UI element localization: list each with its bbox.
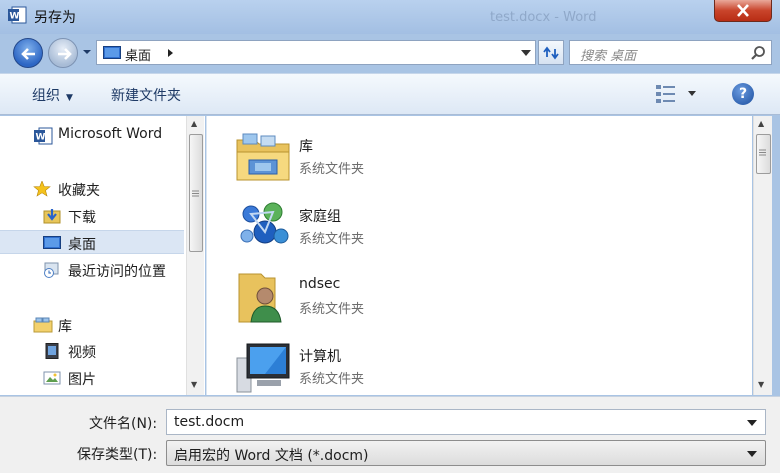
scroll-down-icon[interactable]: ▼ xyxy=(191,380,197,389)
sidebar-item-label: Microsoft Word xyxy=(58,126,163,142)
sidebar-item-recent-places[interactable]: 最近访问的位置 xyxy=(0,258,184,282)
forward-button[interactable] xyxy=(48,38,78,68)
sidebar-item-label: 图片 xyxy=(68,372,96,388)
homegroup-icon xyxy=(240,202,289,244)
recent-places-icon xyxy=(44,262,59,278)
file-list: 库 系统文件夹 家庭组 系统文件夹 ndsec 系统文件夹 计算机 系统文件夹 xyxy=(206,116,752,395)
caret-down-icon: ▼ xyxy=(66,93,73,103)
file-name: 库 xyxy=(299,139,313,155)
filename-field[interactable]: test.docm xyxy=(166,409,766,435)
close-icon xyxy=(737,4,749,17)
sidebar-item-videos[interactable]: 视频 xyxy=(0,339,184,363)
refresh-button[interactable] xyxy=(538,40,564,65)
search-box[interactable]: 搜索 桌面 xyxy=(569,40,772,65)
user-folder-icon xyxy=(238,273,282,323)
sidebar-item-desktop[interactable]: 桌面 xyxy=(0,230,184,254)
svg-text:W: W xyxy=(10,12,20,22)
arrow-left-icon xyxy=(21,48,35,60)
filetype-select[interactable]: 启用宏的 Word 文档 (*.docm) xyxy=(166,440,766,466)
file-type: 系统文件夹 xyxy=(299,162,365,177)
word-icon: W xyxy=(34,127,53,145)
grip-icon xyxy=(192,190,199,197)
desktop-icon xyxy=(43,236,61,249)
star-icon xyxy=(33,181,51,197)
background-window-title: test.docx - Word xyxy=(490,10,597,25)
filename-label: 文件名(N): xyxy=(89,416,158,432)
help-icon[interactable]: ? xyxy=(732,83,754,105)
new-folder-button[interactable]: 新建文件夹 xyxy=(111,85,181,105)
file-type: 系统文件夹 xyxy=(299,372,365,387)
list-item[interactable]: 家庭组 系统文件夹 xyxy=(207,194,747,260)
filetype-value: 启用宏的 Word 文档 (*.docm) xyxy=(174,448,369,464)
command-toolbar: 组织 ▼ 新建文件夹 ? xyxy=(0,73,780,115)
computer-icon xyxy=(236,343,290,393)
scroll-up-icon[interactable]: ▲ xyxy=(758,119,764,128)
view-options-icon[interactable] xyxy=(655,84,677,104)
download-folder-icon xyxy=(43,209,61,224)
file-type: 系统文件夹 xyxy=(299,302,365,317)
chevron-down-icon[interactable] xyxy=(747,420,757,426)
desktop-icon xyxy=(103,46,121,59)
sidebar-item-microsoft-word[interactable]: W Microsoft Word xyxy=(0,124,184,148)
sidebar-item-favorites[interactable]: 收藏夹 xyxy=(0,177,184,201)
history-dropdown-icon[interactable] xyxy=(82,48,92,56)
back-button[interactable] xyxy=(13,38,43,68)
chevron-down-icon[interactable] xyxy=(747,451,757,457)
sidebar-item-label: 视频 xyxy=(68,345,96,361)
navigation-scrollbar[interactable]: ▲ ▼ xyxy=(186,116,204,395)
sidebar-item-libraries[interactable]: 库 xyxy=(0,313,184,337)
search-icon[interactable] xyxy=(750,45,766,61)
address-location[interactable]: 桌面 xyxy=(125,45,151,64)
save-options-panel: 文件名(N): test.docm 保存类型(T): 启用宏的 Word 文档 … xyxy=(0,396,780,473)
breadcrumb-arrow-icon[interactable] xyxy=(167,48,174,58)
file-name: 计算机 xyxy=(299,349,341,365)
pictures-icon xyxy=(43,371,61,385)
list-item[interactable]: 计算机 系统文件夹 xyxy=(207,334,747,400)
organize-label: 组织 xyxy=(32,88,60,104)
chevron-down-icon[interactable] xyxy=(521,50,531,56)
view-dropdown-icon[interactable] xyxy=(688,91,696,97)
address-bar[interactable]: 桌面 xyxy=(96,40,536,65)
organize-button[interactable]: 组织 ▼ xyxy=(32,85,73,105)
navigation-pane: W Microsoft Word 收藏夹 下载 桌面 最近访问的位置 库 视频 … xyxy=(0,116,205,395)
scroll-up-icon[interactable]: ▲ xyxy=(191,119,197,128)
sidebar-item-label: 收藏夹 xyxy=(58,183,100,199)
refresh-icon xyxy=(543,46,559,60)
video-icon xyxy=(45,343,59,359)
grip-icon xyxy=(759,149,766,156)
library-folder-icon xyxy=(236,133,290,181)
word-icon: W xyxy=(8,6,27,24)
file-type: 系统文件夹 xyxy=(299,232,365,247)
file-name: ndsec xyxy=(299,276,341,292)
file-name: 家庭组 xyxy=(299,209,341,225)
sidebar-item-label: 库 xyxy=(58,319,72,335)
scroll-down-icon[interactable]: ▼ xyxy=(758,380,764,389)
file-list-scrollbar[interactable]: ▲ ▼ xyxy=(753,116,772,395)
sidebar-item-downloads[interactable]: 下载 xyxy=(0,204,184,228)
list-item[interactable]: 库 系统文件夹 xyxy=(207,124,747,190)
sidebar-item-label: 下载 xyxy=(68,210,96,226)
sidebar-item-pictures[interactable]: 图片 xyxy=(0,366,184,390)
sidebar-item-label: 最近访问的位置 xyxy=(68,264,166,280)
svg-text:W: W xyxy=(36,133,46,143)
title-bar: W 另存为 test.docx - Word xyxy=(0,0,780,34)
list-item[interactable]: ndsec 系统文件夹 xyxy=(207,264,747,330)
arrow-right-icon xyxy=(58,48,72,60)
window-title: 另存为 xyxy=(34,10,76,26)
filetype-label: 保存类型(T): xyxy=(77,447,158,463)
close-button[interactable] xyxy=(714,0,772,22)
sidebar-item-label: 桌面 xyxy=(68,237,96,253)
library-icon xyxy=(33,317,53,333)
filename-input[interactable]: test.docm xyxy=(174,414,244,430)
search-input[interactable]: 搜索 桌面 xyxy=(580,45,636,64)
